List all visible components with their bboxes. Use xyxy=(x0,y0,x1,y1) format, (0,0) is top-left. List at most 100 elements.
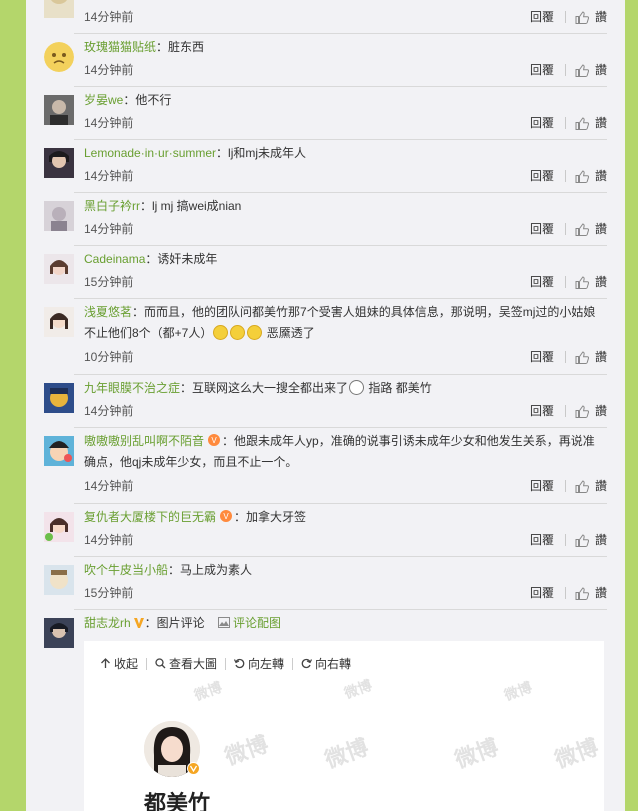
like-button[interactable]: 讚 xyxy=(595,586,607,600)
like-button[interactable]: 讚 xyxy=(595,404,607,418)
comment-body: ：加拿大牙签 xyxy=(234,510,307,524)
thumbs-up-icon[interactable] xyxy=(575,533,589,547)
toolbar-divider xyxy=(225,657,227,670)
action-divider xyxy=(564,587,566,599)
comment-actions: 回覆 讚 xyxy=(530,222,607,236)
comment-item: 黑白子衿rr：lj mj 搞wei成nian 14分钟前 回覆 讚 xyxy=(44,193,607,246)
thumbs-up-icon[interactable] xyxy=(575,63,589,77)
reply-button[interactable]: 回覆 xyxy=(530,222,554,236)
reply-button[interactable]: 回覆 xyxy=(530,10,554,24)
like-button[interactable]: 讚 xyxy=(595,63,607,77)
thumbs-up-icon[interactable] xyxy=(575,586,589,600)
member-badge-icon: V xyxy=(208,434,221,446)
comment-panel: 14分钟前 回覆 讚 玫瑰猫猫贴纸：脏东西 14分钟前 回覆 讚 岁晏we：他不… xyxy=(26,0,625,811)
like-button[interactable]: 讚 xyxy=(595,10,607,24)
user-avatar[interactable] xyxy=(44,383,74,413)
comment-text: 甜志龙rh ：图片评论 评论配图 xyxy=(84,613,607,634)
thumbs-up-icon[interactable] xyxy=(575,222,589,236)
emoji-icon xyxy=(247,325,263,340)
thumbs-up-icon[interactable] xyxy=(575,404,589,418)
username-link[interactable]: 浅夏悠茗 xyxy=(84,305,132,319)
comment-actions: 回覆 讚 xyxy=(530,116,607,130)
username-link[interactable]: 九年眼膜不治之症 xyxy=(84,381,180,395)
reply-button[interactable]: 回覆 xyxy=(530,350,554,364)
username-link[interactable]: Cadeinama xyxy=(84,252,145,266)
user-avatar[interactable] xyxy=(44,42,74,72)
user-avatar[interactable] xyxy=(44,95,74,125)
username-link[interactable]: 甜志龙rh xyxy=(84,616,131,630)
reply-button[interactable]: 回覆 xyxy=(530,533,554,547)
svg-text:V: V xyxy=(211,436,217,445)
comment-text: 岁晏we：他不行 xyxy=(84,90,607,111)
comment-text: Cadeinama：诱奸未成年 xyxy=(84,249,607,270)
user-avatar[interactable] xyxy=(44,565,74,595)
comment-text: 黑白子衿rr：lj mj 搞wei成nian xyxy=(84,196,607,217)
collapse-button[interactable]: 收起 xyxy=(100,655,138,672)
username-link[interactable]: 岁晏we xyxy=(84,93,123,107)
action-divider xyxy=(564,351,566,363)
user-avatar[interactable] xyxy=(44,201,74,231)
toolbar-divider xyxy=(292,657,294,670)
view-large-label: 查看大圖 xyxy=(169,657,218,671)
action-divider xyxy=(564,480,566,492)
comment-actions: 回覆 讚 xyxy=(530,10,607,24)
like-button[interactable]: 讚 xyxy=(595,116,607,130)
comment-body: ：诱奸未成年 xyxy=(145,252,218,266)
reply-button[interactable]: 回覆 xyxy=(530,404,554,418)
reply-button[interactable]: 回覆 xyxy=(530,116,554,130)
reply-button[interactable]: 回覆 xyxy=(530,169,554,183)
user-avatar[interactable] xyxy=(44,0,74,18)
comment-actions: 回覆 讚 xyxy=(530,350,607,364)
username-link[interactable]: 玫瑰猫猫贴纸 xyxy=(84,40,156,54)
thumbs-up-icon[interactable] xyxy=(575,350,589,364)
username-link[interactable]: 复仇者大厦楼下的巨无霸 xyxy=(84,510,216,524)
pic-comment-label: 评论配图 xyxy=(233,616,282,630)
like-button[interactable]: 讚 xyxy=(595,479,607,493)
rotate-left-label: 向左轉 xyxy=(248,657,285,671)
reply-button[interactable]: 回覆 xyxy=(530,586,554,600)
username-link[interactable]: 黑白子衿rr xyxy=(84,199,140,213)
view-large-button[interactable]: 查看大圖 xyxy=(155,655,217,672)
comment-time: 14分钟前 xyxy=(84,404,134,418)
watermark: 微博 xyxy=(192,678,224,704)
user-avatar[interactable] xyxy=(44,148,74,178)
user-avatar[interactable] xyxy=(44,254,74,284)
rotate-left-button[interactable]: 向左轉 xyxy=(234,655,284,672)
reply-button[interactable]: 回覆 xyxy=(530,479,554,493)
member-badge-icon: V xyxy=(220,510,233,522)
rotate-right-button[interactable]: 向右轉 xyxy=(301,655,351,672)
comment-actions: 回覆 讚 xyxy=(530,479,607,493)
reply-button[interactable]: 回覆 xyxy=(530,275,554,289)
reply-button[interactable]: 回覆 xyxy=(530,63,554,77)
comment-actions: 回覆 讚 xyxy=(530,404,607,418)
thumbs-up-icon[interactable] xyxy=(575,479,589,493)
like-button[interactable]: 讚 xyxy=(595,275,607,289)
username-link[interactable]: Lemonade·in·ur·summer xyxy=(84,146,216,160)
thumbs-up-icon[interactable] xyxy=(575,10,589,24)
like-button[interactable]: 讚 xyxy=(595,222,607,236)
username-link[interactable]: 吹个牛皮当小船 xyxy=(84,563,168,577)
image-toolbar: 收起 查看大圖 向左轉 向右轉 xyxy=(100,655,351,672)
username-link[interactable]: 嗷嗷嗷别乱叫啊不陌音 xyxy=(84,434,204,448)
comment-time: 14分钟前 xyxy=(84,479,134,493)
thumbs-up-icon[interactable] xyxy=(575,116,589,130)
comment-body: ：马上成为素人 xyxy=(168,563,253,577)
user-avatar[interactable] xyxy=(44,307,74,337)
comment-text: 复仇者大厦楼下的巨无霸 V ：加拿大牙签 xyxy=(84,507,607,528)
comment-item: 九年眼膜不治之症：互联网这么大一搜全都出来了 指路 都美竹 14分钟前 回覆 讚 xyxy=(44,375,607,428)
comment-time: 15分钟前 xyxy=(84,586,134,600)
comment-actions: 回覆 讚 xyxy=(530,533,607,547)
thumbs-up-icon[interactable] xyxy=(575,275,589,289)
like-button[interactable]: 讚 xyxy=(595,533,607,547)
like-button[interactable]: 讚 xyxy=(595,169,607,183)
comment-time: 14分钟前 xyxy=(84,63,134,77)
pic-comment-link[interactable]: 评论配图 xyxy=(218,616,281,630)
user-avatar[interactable] xyxy=(44,512,74,542)
action-divider xyxy=(564,11,566,23)
watermark: 微博 xyxy=(342,676,374,702)
user-avatar[interactable] xyxy=(44,436,74,466)
thumbs-up-icon[interactable] xyxy=(575,169,589,183)
action-divider xyxy=(564,170,566,182)
like-button[interactable]: 讚 xyxy=(595,350,607,364)
user-avatar[interactable] xyxy=(44,618,74,648)
